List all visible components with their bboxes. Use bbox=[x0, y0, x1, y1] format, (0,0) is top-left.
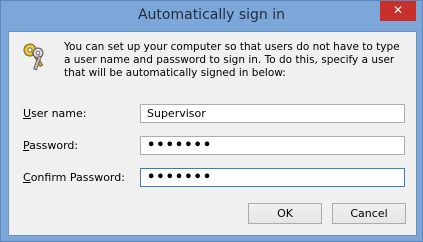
username-label-text: ser name: bbox=[31, 107, 87, 120]
close-button[interactable]: ✕ bbox=[380, 1, 416, 21]
confirm-password-label: Confirm Password: bbox=[23, 171, 125, 185]
password-label-text: assword: bbox=[29, 139, 79, 152]
keys-icon bbox=[23, 43, 44, 71]
title-bar[interactable]: Automatically sign in ✕ bbox=[1, 1, 422, 31]
cancel-button[interactable]: Cancel bbox=[332, 203, 406, 224]
confirm-accesskey: C bbox=[23, 171, 31, 184]
description-text: You can set up your computer so that use… bbox=[64, 41, 400, 79]
confirm-label-text: onfirm Password: bbox=[30, 171, 125, 184]
dialog-content: You can set up your computer so that use… bbox=[8, 31, 417, 236]
dialog-window: Automatically sign in ✕ You can set up y… bbox=[0, 0, 423, 242]
username-field[interactable] bbox=[140, 104, 405, 123]
username-accesskey: U bbox=[23, 107, 32, 120]
dialog-title: Automatically sign in bbox=[137, 7, 286, 23]
close-icon: ✕ bbox=[392, 3, 404, 17]
password-label: Password: bbox=[23, 139, 78, 153]
confirm-password-field[interactable] bbox=[140, 168, 405, 187]
username-label: User name: bbox=[23, 107, 86, 121]
ok-button[interactable]: OK bbox=[248, 203, 322, 224]
password-field[interactable] bbox=[140, 136, 405, 155]
